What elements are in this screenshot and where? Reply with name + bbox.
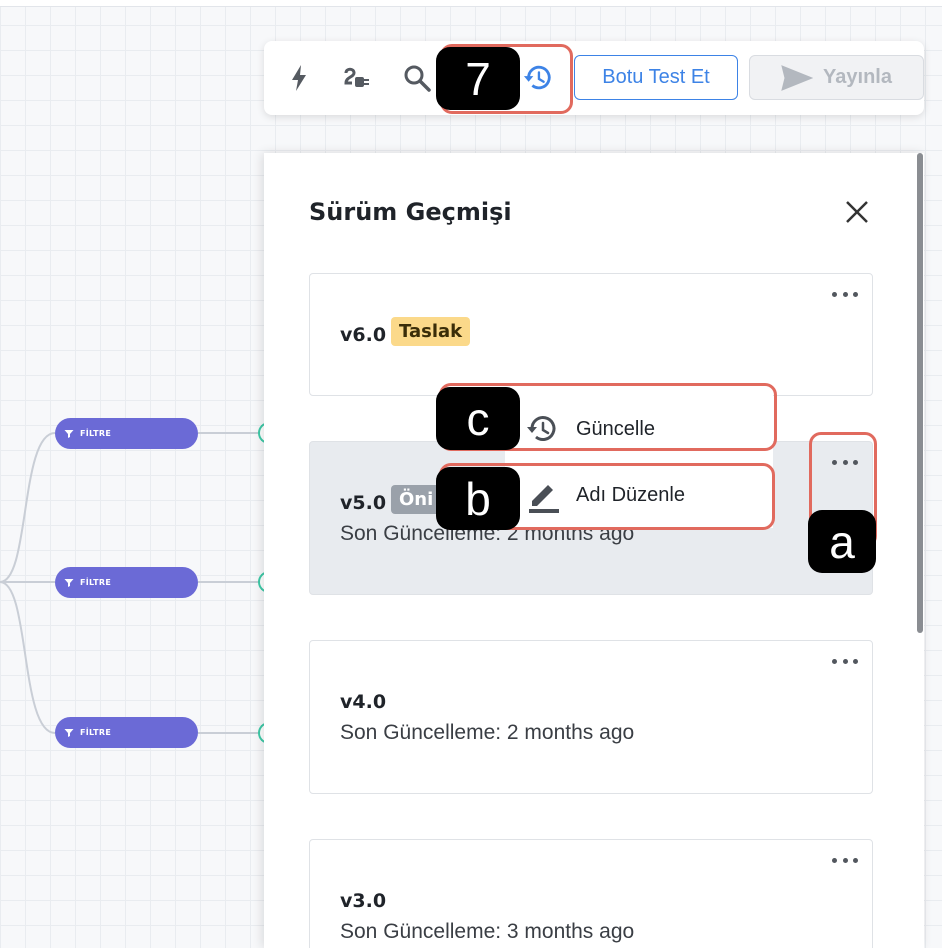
version-card[interactable]: v6.0 Taslak [309, 273, 873, 396]
filter-node[interactable]: FİLTRE [55, 567, 198, 598]
panel-title: Sürüm Geçmişi [309, 198, 512, 226]
toolbar: Botu Test Et Yayınla [264, 41, 924, 115]
publish-button-label: Yayınla [823, 66, 892, 88]
more-options-icon[interactable] [832, 852, 858, 868]
filter-node-label: FİLTRE [80, 728, 112, 737]
flash-icon[interactable] [284, 63, 314, 93]
version-name: v4.0 [340, 691, 387, 713]
last-updated: Son Güncelleme: 2 months ago [340, 721, 635, 744]
flow-connections [0, 432, 260, 734]
filter-node[interactable]: FİLTRE [55, 717, 198, 748]
filter-icon [64, 728, 74, 737]
menu-item-update[interactable]: Güncelle [520, 404, 770, 454]
last-updated: Son Güncelleme: 3 months ago [340, 920, 635, 943]
scrollbar[interactable] [917, 153, 923, 633]
publish-button: Yayınla [749, 55, 924, 100]
menu-item-label: Adı Düzenle [576, 483, 685, 506]
filter-node-label: FİLTRE [80, 578, 112, 587]
menu-item-rename[interactable]: Adı Düzenle [520, 470, 770, 520]
version-name: v5.0 [340, 492, 387, 514]
more-options-icon[interactable] [832, 454, 858, 470]
filter-node[interactable]: FİLTRE [55, 418, 198, 449]
version-card[interactable]: v3.0 Son Güncelleme: 3 months ago [309, 839, 873, 948]
preview-badge: Öni [391, 485, 442, 514]
filter-icon [64, 429, 74, 438]
history-icon[interactable] [523, 63, 553, 93]
edit-icon [520, 477, 564, 513]
menu-item-label: Güncelle [576, 417, 655, 440]
more-options-icon[interactable] [832, 653, 858, 669]
send-icon [781, 64, 814, 91]
marker-c: c [436, 387, 520, 450]
test-bot-button[interactable]: Botu Test Et [574, 55, 738, 100]
marker-b: b [436, 467, 520, 530]
history-icon [520, 414, 564, 444]
search-icon[interactable] [402, 63, 432, 93]
version-name: v3.0 [340, 890, 387, 912]
close-icon[interactable] [842, 197, 872, 227]
filter-icon [64, 578, 74, 587]
version-name: v6.0 [340, 324, 387, 346]
filter-node-label: FİLTRE [80, 429, 112, 438]
marker-7: 7 [436, 47, 520, 110]
draft-badge: Taslak [391, 317, 471, 346]
marker-a: a [808, 510, 876, 573]
more-options-icon[interactable] [832, 286, 858, 302]
version-card[interactable]: v4.0 Son Güncelleme: 2 months ago [309, 640, 873, 794]
plug-icon[interactable] [342, 63, 372, 93]
